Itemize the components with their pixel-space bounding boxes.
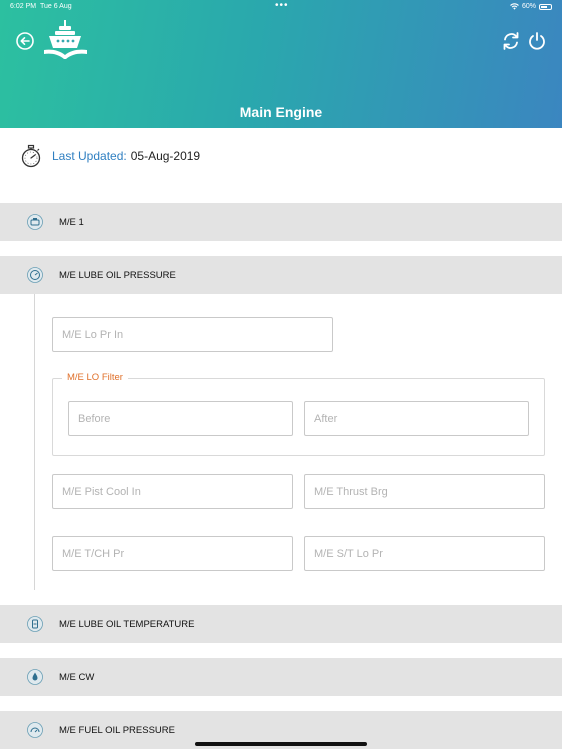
wifi-icon bbox=[510, 3, 519, 10]
status-bar: 6:02 PM Tue 6 Aug ••• 60% bbox=[0, 0, 562, 14]
fuel-gauge-icon bbox=[27, 722, 43, 738]
filter-before-input[interactable]: Before bbox=[68, 401, 293, 436]
section-label: M/E LUBE OIL TEMPERATURE bbox=[59, 618, 195, 630]
multitask-dots: ••• bbox=[275, 0, 289, 11]
lo-filter-legend: M/E LO Filter bbox=[62, 372, 128, 383]
power-icon[interactable] bbox=[526, 30, 548, 52]
home-indicator[interactable] bbox=[195, 742, 367, 746]
header-bar: 6:02 PM Tue 6 Aug ••• 60% Main Engine bbox=[0, 0, 562, 128]
filter-after-input[interactable]: After bbox=[304, 401, 529, 436]
section-lube-oil-pressure[interactable]: M/E LUBE OIL PRESSURE bbox=[0, 256, 562, 294]
tch-pr-input[interactable]: M/E T/CH Pr bbox=[52, 536, 293, 571]
timeline-line bbox=[34, 294, 35, 590]
section-label: M/E CW bbox=[59, 671, 95, 683]
water-drop-icon bbox=[27, 669, 43, 685]
stopwatch-icon bbox=[21, 144, 41, 168]
section-me1[interactable]: M/E 1 bbox=[0, 203, 562, 241]
back-arrow-icon[interactable] bbox=[14, 30, 36, 52]
section-label: M/E FUEL OIL PRESSURE bbox=[59, 724, 175, 736]
last-updated-value: 05-Aug-2019 bbox=[130, 149, 201, 163]
oil-can-icon bbox=[27, 616, 43, 632]
last-updated-row: Last Updated: 05-Aug-2019 bbox=[20, 144, 200, 168]
sync-icon[interactable] bbox=[500, 30, 522, 52]
pist-cool-in-input[interactable]: M/E Pist Cool In bbox=[52, 474, 293, 509]
gauge-icon bbox=[27, 267, 43, 283]
section-label: M/E 1 bbox=[59, 216, 84, 228]
engine-icon bbox=[27, 214, 43, 230]
page-title: Main Engine bbox=[239, 104, 323, 120]
status-right: 60% bbox=[510, 3, 552, 10]
section-lube-oil-temperature[interactable]: M/E LUBE OIL TEMPERATURE bbox=[0, 605, 562, 643]
thrust-brg-input[interactable]: M/E Thrust Brg bbox=[304, 474, 545, 509]
ship-book-logo bbox=[44, 20, 87, 59]
section-label: M/E LUBE OIL PRESSURE bbox=[59, 269, 176, 281]
lo-pr-in-input[interactable]: M/E Lo Pr In bbox=[52, 317, 333, 352]
battery-percent: 60% bbox=[521, 3, 536, 10]
battery-icon bbox=[539, 3, 552, 10]
last-updated-label: Last Updated: bbox=[52, 149, 127, 163]
st-lo-pr-input[interactable]: M/E S/T Lo Pr bbox=[304, 536, 545, 571]
status-time: 6:02 PM Tue 6 Aug bbox=[10, 3, 72, 10]
section-cw[interactable]: M/E CW bbox=[0, 658, 562, 696]
